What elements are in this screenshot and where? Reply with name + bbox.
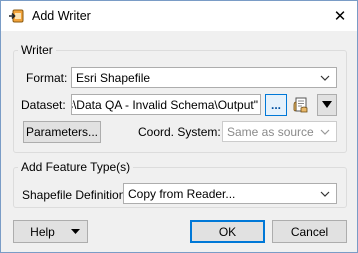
- add-writer-dialog: Add Writer ✕ Writer Format: Esri Shapefi…: [0, 0, 358, 253]
- chevron-down-icon: [320, 191, 330, 197]
- ok-button[interactable]: OK: [190, 220, 265, 243]
- dataset-menu-button[interactable]: [317, 94, 337, 116]
- writer-group-label: Writer: [18, 43, 56, 57]
- dataset-value: tes\Data QA - Invalid Schema\Output": [71, 97, 258, 112]
- triangle-down-icon: [322, 101, 332, 108]
- feature-type-group-label: Add Feature Type(s): [18, 160, 134, 174]
- parameters-button-label: Parameters...: [25, 125, 99, 139]
- format-label: Format:: [26, 71, 68, 85]
- triangle-down-icon: [71, 229, 80, 234]
- close-button[interactable]: ✕: [323, 1, 357, 30]
- shapefile-definition-dropdown[interactable]: Copy from Reader...: [123, 183, 337, 204]
- help-button-label: Help: [30, 224, 55, 239]
- chevron-down-icon: [320, 129, 330, 135]
- coord-system-dropdown[interactable]: Same as source: [222, 121, 337, 142]
- dataset-tools-button[interactable]: [290, 94, 312, 116]
- ok-button-label: OK: [218, 224, 237, 239]
- browse-button[interactable]: ...: [265, 94, 287, 116]
- browse-dots-icon: ...: [270, 98, 281, 112]
- cancel-button[interactable]: Cancel: [272, 220, 347, 243]
- title-bar[interactable]: Add Writer ✕: [1, 1, 357, 31]
- shapefile-definition-value: Copy from Reader...: [128, 186, 236, 201]
- dataset-label: Dataset:: [21, 98, 66, 112]
- shapefile-definition-label: Shapefile Definition:: [22, 188, 129, 202]
- chevron-down-icon: [320, 75, 330, 81]
- parameters-button[interactable]: Parameters...: [23, 121, 101, 143]
- cancel-button-label: Cancel: [290, 224, 329, 239]
- dataset-input[interactable]: tes\Data QA - Invalid Schema\Output": [71, 94, 261, 115]
- format-value: Esri Shapefile: [76, 70, 151, 85]
- window-title: Add Writer: [32, 9, 91, 23]
- help-button[interactable]: Help: [13, 220, 88, 243]
- fme-writer-icon: [9, 9, 24, 23]
- coord-system-value: Same as source: [227, 124, 314, 139]
- format-dropdown[interactable]: Esri Shapefile: [71, 67, 337, 88]
- hand-document-icon: [293, 97, 308, 113]
- coord-system-label: Coord. System:: [138, 125, 221, 139]
- close-icon: ✕: [333, 7, 347, 25]
